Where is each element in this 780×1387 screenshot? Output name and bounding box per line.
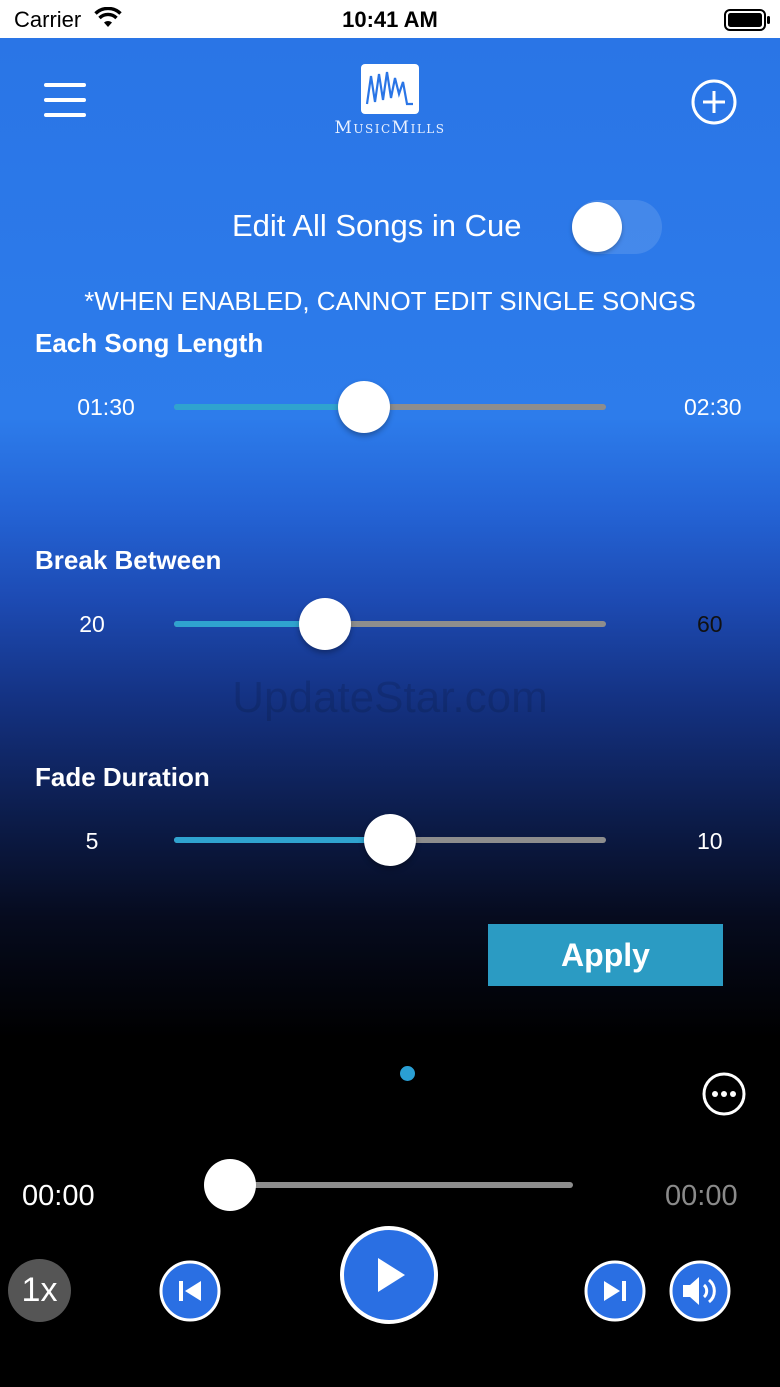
menu-icon[interactable] [44,83,86,117]
break-between-min-label: 20 [79,611,105,637]
status-bar: Carrier 10:41 AM [0,0,780,38]
battery-icon [724,9,770,31]
volume-icon[interactable] [669,1260,731,1322]
total-time: 00:00 [665,1180,738,1212]
break-between-slider[interactable] [174,598,606,650]
slider-thumb[interactable] [299,598,352,650]
slider-thumb[interactable] [338,381,391,433]
cue-settings-screen: MusicMills Edit All Songs in Cue *WHEN E… [0,38,780,1387]
song-length-min-label: 01:30 [77,394,135,420]
current-time: 00:00 [22,1180,95,1212]
play-icon[interactable] [339,1225,439,1325]
page-indicator-dot [400,1066,415,1081]
playback-speed-button[interactable]: 1x [8,1259,71,1322]
break-between-title: Break Between [35,545,222,575]
edit-all-songs-label: Edit All Songs in Cue [232,208,522,243]
break-between-max-label: 60 [697,611,723,637]
song-length-slider[interactable] [174,381,606,433]
slider-fill [174,837,390,843]
fade-duration-slider[interactable] [174,814,606,866]
clock: 10:41 AM [342,7,438,32]
playback-progress-slider[interactable] [204,1159,573,1211]
fade-duration-min-label: 5 [85,828,99,854]
fade-duration-max-label: 10 [697,828,723,854]
next-icon[interactable] [584,1260,646,1322]
watermark-text: UpdateStar.com [232,673,548,722]
music-mills-logo: MusicMills [322,64,458,138]
fade-duration-title: Fade Duration [35,762,210,792]
more-icon[interactable] [701,1071,747,1117]
apply-button[interactable]: Apply [488,924,723,986]
logo-text: MusicMills [334,118,446,138]
playback-thumb[interactable] [204,1159,256,1211]
toggle-knob [572,202,622,252]
previous-icon[interactable] [159,1260,221,1322]
edit-warning-text: *WHEN ENABLED, CANNOT EDIT SINGLE SONGS [84,286,696,316]
song-length-max-label: 02:30 [684,394,742,420]
slider-thumb[interactable] [364,814,416,866]
edit-all-songs-toggle[interactable] [572,200,662,254]
slider-fill [174,404,365,410]
logo-waveform-icon [361,64,419,114]
add-circle-icon[interactable] [690,78,738,126]
song-length-title: Each Song Length [35,328,264,358]
